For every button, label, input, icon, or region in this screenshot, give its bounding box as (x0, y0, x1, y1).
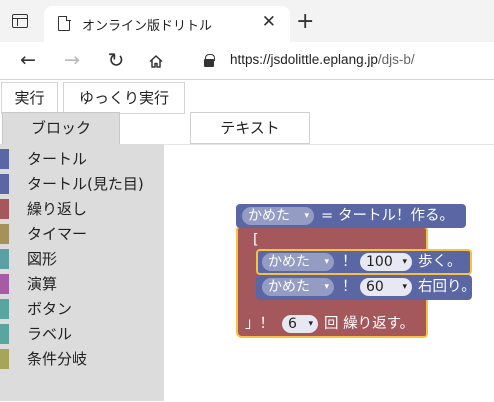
variable-dropdown[interactable]: かめた ▾ (262, 278, 334, 296)
variable-name: かめた (248, 208, 290, 224)
block-palette: タートル タートル(見た目) 繰り返し タイマー 図形 演算 ボタン ラベル 条… (0, 144, 164, 401)
category-swatch (0, 274, 9, 294)
repeat-open-bracket: [ (253, 232, 259, 248)
repeat-count-value: 6 (288, 316, 297, 332)
category-math[interactable]: 演算 (0, 273, 164, 295)
category-swatch (0, 199, 9, 219)
turn-text: 右回り。 (418, 279, 476, 295)
lock-icon[interactable] (204, 54, 215, 67)
category-label: タートル (27, 150, 88, 168)
category-swatch (0, 224, 9, 244)
category-label: ボタン (27, 300, 73, 318)
category-conditional[interactable]: 条件分岐 (0, 348, 164, 370)
app-area: 実行 ゆっくり実行 ブロック テキスト タートル タートル(見た目) 繰り返し … (0, 80, 494, 401)
category-swatch (0, 174, 9, 194)
category-swatch (0, 249, 9, 269)
back-button[interactable]: ← (14, 47, 42, 75)
program-blocks: [ かめた ▾ = タートル！作る。 かめた ▾ ！ 100 ▾ 歩く。 かめた… (164, 145, 494, 402)
block-workspace[interactable]: [ かめた ▾ = タートル！作る。 かめた ▾ ！ 100 ▾ 歩く。 かめた… (164, 144, 494, 401)
address-bar: ← → ↻ https://jsdolittle.eplang.jp/djs-b… (0, 42, 494, 80)
tab-actions-icon[interactable] (12, 14, 28, 28)
category-shape[interactable]: 図形 (0, 248, 164, 270)
page-icon (58, 15, 71, 31)
chevron-down-icon: ▾ (324, 282, 329, 292)
distance-value: 100 (366, 254, 393, 270)
tab-text[interactable]: テキスト (190, 112, 310, 144)
repeat-count-input[interactable]: 6 ▾ (282, 315, 318, 333)
category-swatch (0, 349, 9, 369)
chevron-down-icon: ▾ (308, 319, 313, 329)
category-label: 図形 (27, 250, 58, 268)
reload-button[interactable]: ↻ (102, 47, 130, 75)
create-text: タートル！作る。 (338, 208, 454, 224)
category-label: ラベル (27, 325, 73, 343)
angle-value: 60 (366, 279, 384, 295)
url-host: https://jsdolittle.eplang.jp (230, 52, 378, 67)
category-swatch (0, 149, 9, 169)
category-label: 条件分岐 (27, 350, 88, 368)
category-label: タートル(見た目) (27, 175, 144, 193)
url-field[interactable]: https://jsdolittle.eplang.jp/djs-b/ (190, 46, 494, 76)
chevron-down-icon: ▾ (304, 211, 309, 221)
variable-dropdown[interactable]: かめた ▾ (262, 253, 334, 271)
repeat-text: 回 繰り返す。 (324, 316, 415, 332)
category-label: 繰り返し (27, 200, 88, 218)
variable-dropdown[interactable]: かめた ▾ (242, 207, 314, 225)
close-tab-icon[interactable]: ✕ (262, 12, 276, 32)
url-path: /djs-b/ (377, 52, 415, 67)
category-swatch (0, 324, 9, 344)
url-text: https://jsdolittle.eplang.jp/djs-b/ (230, 52, 415, 67)
home-icon[interactable] (149, 55, 163, 68)
category-label: タイマー (27, 225, 88, 243)
tab-block[interactable]: ブロック (2, 112, 120, 144)
variable-name: かめた (268, 279, 310, 295)
tab-title: オンライン版ドリトル (82, 19, 213, 34)
turn-bang: ！ (342, 279, 357, 295)
category-swatch (0, 299, 9, 319)
category-timer[interactable]: タイマー (0, 223, 164, 245)
category-turtle[interactable]: タートル (0, 148, 164, 170)
chevron-down-icon: ▾ (402, 282, 407, 292)
run-button[interactable]: 実行 (1, 82, 58, 114)
chevron-down-icon: ▾ (402, 257, 407, 267)
forward-button[interactable]: → (58, 47, 86, 75)
browser-tab[interactable]: オンライン版ドリトル ✕ (44, 6, 290, 42)
repeat-close: 」！ (245, 316, 274, 332)
chevron-down-icon: ▾ (324, 257, 329, 267)
browser-tab-bar: オンライン版ドリトル ✕ + (0, 0, 494, 42)
category-label: 演算 (27, 275, 58, 293)
distance-input[interactable]: 100 ▾ (360, 253, 412, 271)
category-button[interactable]: ボタン (0, 298, 164, 320)
walk-bang: ！ (342, 254, 357, 270)
category-turtle-appearance[interactable]: タートル(見た目) (0, 173, 164, 195)
create-equals: = (321, 208, 334, 224)
category-repeat[interactable]: 繰り返し (0, 198, 164, 220)
variable-name: かめた (268, 254, 310, 270)
new-tab-button[interactable]: + (296, 11, 314, 33)
slow-run-button[interactable]: ゆっくり実行 (63, 82, 185, 114)
walk-text: 歩く。 (418, 254, 462, 270)
angle-input[interactable]: 60 ▾ (360, 278, 412, 296)
category-label-block[interactable]: ラベル (0, 323, 164, 345)
